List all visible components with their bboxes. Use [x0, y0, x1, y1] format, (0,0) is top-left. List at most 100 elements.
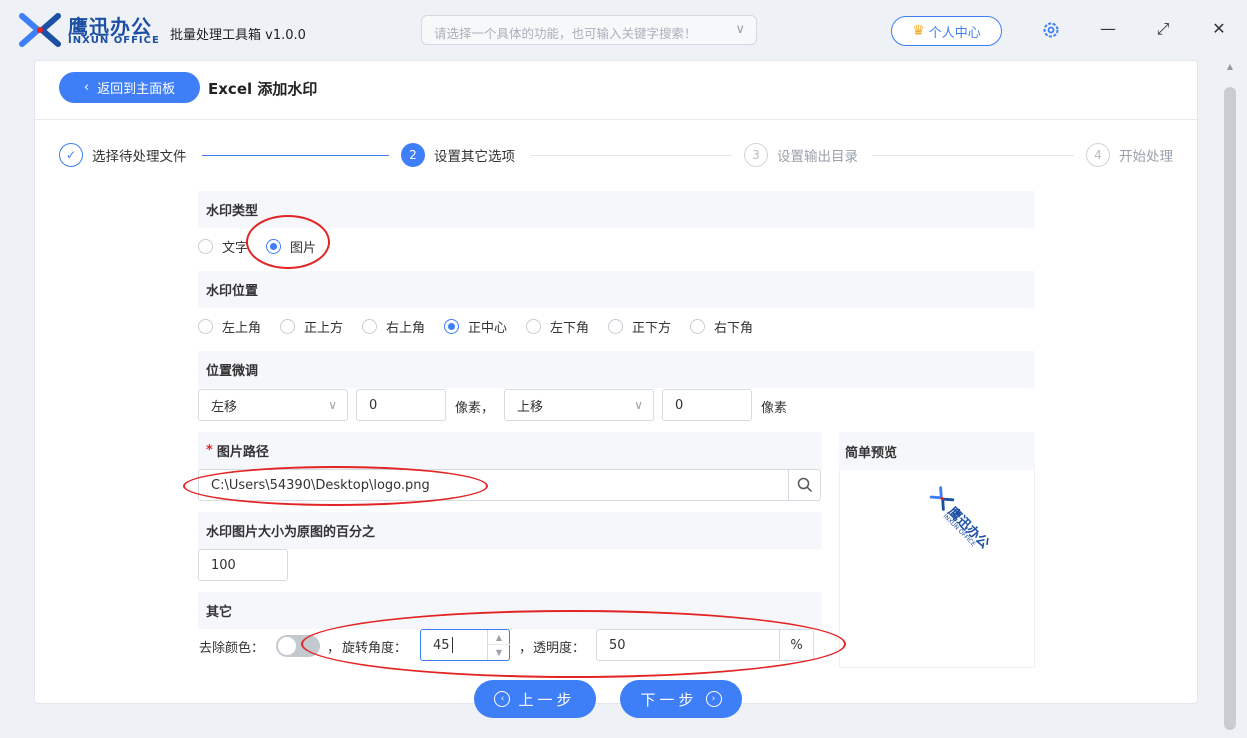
- radio-button[interactable]: [266, 239, 281, 254]
- section-others: 其它: [198, 592, 822, 629]
- horizontal-offset-input[interactable]: 0: [356, 389, 446, 421]
- radio-type-image[interactable]: 图片: [266, 237, 316, 256]
- scroll-up-icon[interactable]: ▲: [1224, 62, 1236, 76]
- input-value: 50: [609, 637, 626, 653]
- back-label: 返回到主面板: [97, 82, 176, 97]
- radio-button[interactable]: [444, 319, 459, 334]
- chevron-down-icon: ∨: [634, 398, 643, 412]
- prev-label: 上一步: [518, 690, 576, 709]
- radio-button[interactable]: [608, 319, 623, 334]
- rotate-label: 旋转角度：: [342, 641, 408, 656]
- stepper-up-icon[interactable]: ▲: [488, 630, 510, 645]
- arrow-right-icon: ›: [705, 691, 722, 707]
- radio-type-text[interactable]: 文字: [198, 237, 248, 256]
- section-position-fine-tune: 位置微调: [198, 351, 1035, 388]
- step-label: 设置输出目录: [777, 149, 858, 165]
- radio-button[interactable]: [198, 239, 213, 254]
- step-output-dir: 3 设置输出目录: [744, 143, 858, 167]
- preview-title: 简单预览: [839, 432, 1035, 470]
- brand-name-en: INXUN OFFICE: [68, 35, 160, 46]
- divider: [35, 119, 1197, 120]
- image-path-input[interactable]: C:\Users\54390\Desktop\logo.png: [198, 469, 821, 501]
- app-title: 批量处理工具箱 v1.0.0: [170, 28, 306, 43]
- minimize-button[interactable]: —: [1097, 18, 1119, 40]
- radio-button[interactable]: [198, 319, 213, 334]
- rotate-stepper[interactable]: ▲ ▼: [487, 630, 510, 660]
- browse-button[interactable]: [788, 470, 821, 500]
- radio-pos-top-right[interactable]: 右上角: [362, 317, 425, 336]
- page-title: Excel 添加水印: [208, 80, 318, 98]
- search-placeholder: 请选择一个具体的功能，也可输入关键字搜索！: [434, 26, 697, 41]
- section-watermark-position: 水印位置: [198, 271, 1035, 308]
- radio-label: 图片: [290, 241, 317, 256]
- percent-sign: %: [790, 637, 803, 653]
- step-number: 2: [401, 143, 425, 167]
- prev-step-button[interactable]: ‹ 上一步: [474, 680, 596, 718]
- remove-color-label: 去除颜色：: [199, 641, 265, 656]
- step-select-files: ✓ 选择待处理文件: [59, 143, 187, 167]
- step-number: 3: [744, 143, 768, 167]
- step-label: 设置其它选项: [434, 149, 515, 165]
- next-step-button[interactable]: 下一步 ›: [620, 680, 742, 718]
- back-to-main-button[interactable]: ‹ 返回到主面板: [59, 72, 200, 103]
- select-value: 左移: [211, 399, 238, 415]
- input-value: 45: [433, 637, 450, 653]
- radio-label: 右上角: [386, 321, 426, 336]
- chevron-down-icon: ∨: [328, 398, 337, 412]
- input-value: C:\Users\54390\Desktop\logo.png: [211, 477, 430, 493]
- radio-label: 左下角: [550, 321, 590, 336]
- step-connector: [872, 155, 1074, 156]
- inxun-logo-icon: [19, 13, 61, 47]
- select-value: 上移: [517, 399, 544, 415]
- horizontal-direction-select[interactable]: 左移 ∨: [198, 389, 348, 421]
- radio-label: 正中心: [468, 321, 508, 336]
- radio-button[interactable]: [526, 319, 541, 334]
- chevron-left-icon: ‹: [83, 80, 90, 95]
- check-icon: ✓: [59, 143, 83, 167]
- maximize-button[interactable]: ⤢: [1152, 18, 1174, 40]
- user-center-label: 个人中心: [928, 25, 981, 41]
- section-image-size: 水印图片大小为原图的百分之: [198, 512, 822, 549]
- scrollbar-thumb[interactable]: [1224, 87, 1236, 730]
- chevron-down-icon[interactable]: ∨: [735, 22, 745, 37]
- opacity-unit: %: [779, 630, 813, 660]
- radio-button[interactable]: [280, 319, 295, 334]
- close-button[interactable]: ✕: [1208, 18, 1230, 40]
- step-other-options: 2 设置其它选项: [401, 143, 515, 167]
- radio-label: 左上角: [222, 321, 262, 336]
- step-connector: [202, 155, 389, 156]
- step-label: 选择待处理文件: [92, 149, 187, 165]
- radio-label: 正上方: [304, 321, 344, 336]
- opacity-label: 透明度：: [533, 641, 586, 656]
- section-image-path: * 图片路径: [198, 432, 822, 469]
- radio-pos-top[interactable]: 正上方: [280, 317, 343, 336]
- arrow-left-icon: ‹: [494, 691, 511, 707]
- radio-pos-bottom-left[interactable]: 左下角: [526, 317, 589, 336]
- vertical-offset-input[interactable]: 0: [662, 389, 752, 421]
- radio-label: 右下角: [714, 321, 754, 336]
- radio-button[interactable]: [690, 319, 705, 334]
- separator: ，: [519, 641, 533, 656]
- function-search-input[interactable]: 请选择一个具体的功能，也可输入关键字搜索！ ∨: [421, 15, 757, 45]
- pixel-unit-label: 像素，: [455, 401, 495, 416]
- step-start: 4 开始处理: [1086, 143, 1173, 167]
- radio-label: 正下方: [632, 321, 672, 336]
- radio-pos-bottom-right[interactable]: 右下角: [690, 317, 753, 336]
- radio-pos-bottom[interactable]: 正下方: [608, 317, 671, 336]
- next-label: 下一步: [640, 690, 698, 709]
- stepper-down-icon[interactable]: ▼: [488, 645, 510, 660]
- radio-pos-center[interactable]: 正中心: [444, 317, 507, 336]
- user-center-button[interactable]: ♛ 个人中心: [891, 16, 1002, 46]
- radio-label: 文字: [222, 241, 249, 256]
- remove-color-toggle[interactable]: [276, 635, 320, 657]
- section-title: 图片路径: [216, 445, 269, 460]
- title-bar: 鹰迅办公 INXUN OFFICE 批量处理工具箱 v1.0.0 请选择一个具体…: [0, 0, 1247, 60]
- gear-icon[interactable]: [1041, 20, 1061, 40]
- vertical-direction-select[interactable]: 上移 ∨: [504, 389, 654, 421]
- required-mark: *: [206, 443, 213, 458]
- crown-icon: ♛: [912, 23, 925, 39]
- radio-button[interactable]: [362, 319, 377, 334]
- section-watermark-type: 水印类型: [198, 191, 1035, 228]
- image-size-input[interactable]: 100: [198, 549, 288, 581]
- radio-pos-top-left[interactable]: 左上角: [198, 317, 261, 336]
